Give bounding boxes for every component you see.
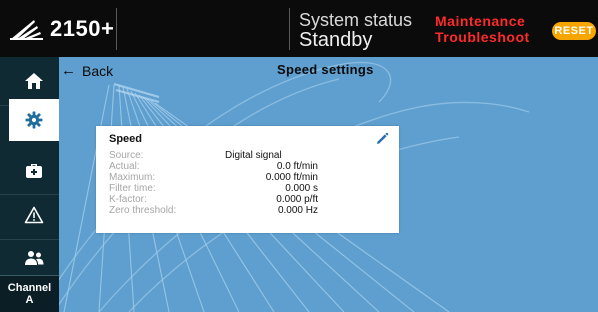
main-content: ← Back Speed settings Speed Source: Digi… [59,57,598,312]
divider [289,8,290,50]
alert-troubleshoot[interactable]: Troubleshoot [435,29,530,45]
reset-button[interactable]: RESET [552,22,596,40]
row-label: Zero threshold: [109,205,177,216]
app-window: 2150+ System status Standby Maintenance … [0,0,598,312]
edit-pencil-icon[interactable] [375,132,389,146]
row-label: K-factor: [109,194,147,205]
sidebar-item-settings[interactable] [9,99,59,141]
row-label: Maximum: [109,172,156,183]
status-label: System status [299,10,413,30]
row-value: 0.000 p/ft [276,194,318,205]
sidebar-item-home[interactable] [0,60,59,106]
row-label: Source: [109,150,144,161]
row-value: 0.000 s [285,183,318,194]
brand: 2150+ [10,14,114,44]
product-name: 2150+ [50,16,115,41]
users-icon [25,251,44,265]
brand-logo-icon [10,20,43,40]
sidebar: Channel A [0,57,59,312]
toolbox-icon [26,164,42,178]
row-value: 0.000 ft/min [265,172,318,183]
row-value: 0.0 ft/min [276,161,318,172]
back-button[interactable]: ← Back [61,62,113,79]
row-value: Digital signal [225,150,282,161]
page-title: Speed settings [277,62,374,77]
row-label: Actual: [109,161,140,172]
row-label: Filter time: [109,183,156,194]
card-title: Speed [109,133,143,145]
sidebar-item-users[interactable] [9,237,59,279]
back-label: Back [82,62,114,79]
divider [116,8,117,50]
sidebar-item-maintenance[interactable] [0,149,59,195]
home-icon [25,73,43,89]
warning-icon [24,206,44,224]
gear-icon [25,111,43,129]
top-bar: 2150+ System status Standby Maintenance … [0,0,598,58]
channel-value: A [25,294,34,306]
speed-card: Speed Source: Digital signal Actual: 0.0… [96,126,399,233]
channel-label: Channel [7,282,52,294]
row-value: 0.000 Hz [277,205,318,216]
channel-selector[interactable]: Channel A [0,275,59,312]
alert-maintenance[interactable]: Maintenance [435,13,530,29]
sidebar-item-warnings[interactable] [0,194,59,240]
arrow-left-icon: ← [61,62,76,79]
system-status: System status Standby [299,10,412,50]
alert-list[interactable]: Maintenance Troubleshoot [435,13,530,45]
status-value: Standby [299,29,373,51]
